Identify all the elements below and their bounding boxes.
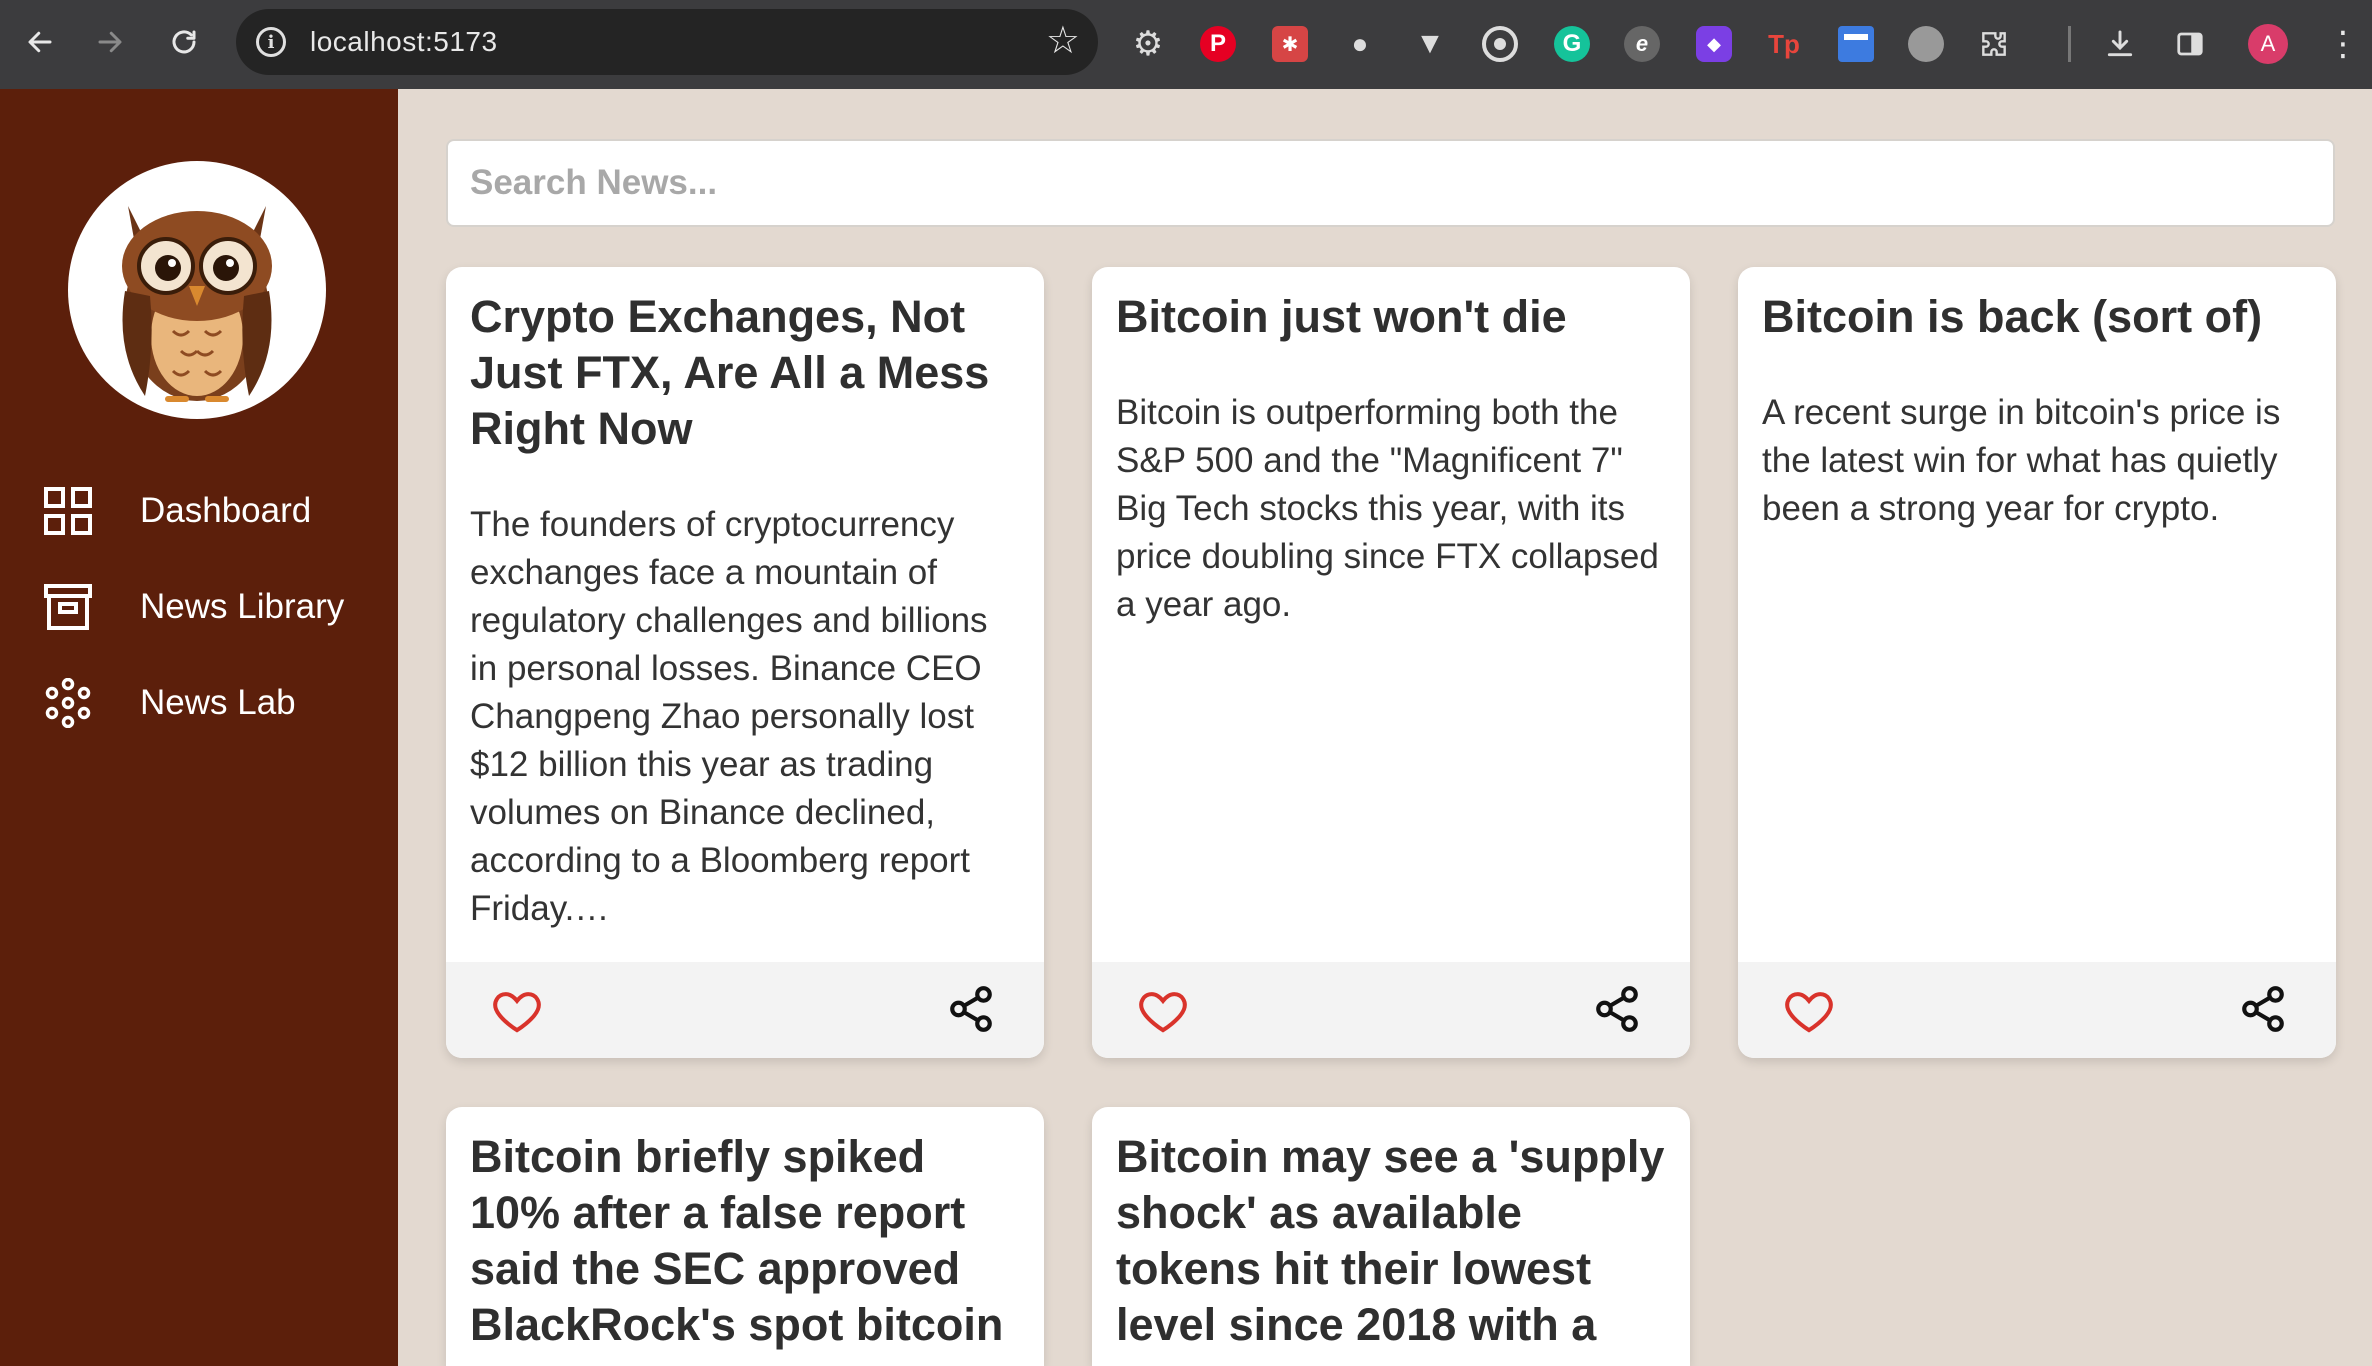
sidebar-item-news-library[interactable]: News Library: [40, 577, 344, 637]
sidebar: Dashboard News Library News Lab: [0, 89, 398, 1366]
news-card[interactable]: Bitcoin may see a 'supply shock' as avai…: [1092, 1107, 1690, 1366]
grammarly-extension-icon[interactable]: G: [1554, 26, 1590, 62]
address-bar[interactable]: i localhost:5173 ☆: [236, 9, 1098, 75]
bug-extension-icon[interactable]: ✱: [1272, 26, 1308, 62]
chat-bubbles-extension-icon[interactable]: ●: [1342, 26, 1378, 62]
news-card-title[interactable]: Bitcoin briefly spiked 10% after a false…: [470, 1129, 1020, 1353]
news-card-title[interactable]: Bitcoin is back (sort of): [1762, 289, 2312, 345]
card-actions: [1092, 962, 1690, 1058]
share-icon[interactable]: [946, 984, 996, 1034]
news-card-summary: The founders of cryptocurrency exchanges…: [470, 505, 988, 928]
news-card-title[interactable]: Bitcoin just won't die: [1116, 289, 1666, 345]
browser-toolbar: i localhost:5173 ☆ ⚙ P ✱ ● ▼ G e ◆ Tp A …: [0, 0, 2372, 89]
owl-logo[interactable]: [68, 161, 326, 419]
news-card[interactable]: Bitcoin just won't die Bitcoin is outper…: [1092, 267, 1690, 1058]
news-card-title[interactable]: Bitcoin may see a 'supply shock' as avai…: [1116, 1129, 1666, 1353]
layout-extension-icon[interactable]: [1838, 26, 1874, 62]
sidebar-item-label: Dashboard: [140, 491, 312, 530]
reload-icon[interactable]: [164, 22, 204, 62]
pocket-extension-icon[interactable]: ◆: [1696, 26, 1732, 62]
sidebar-item-news-lab[interactable]: News Lab: [40, 673, 296, 733]
dots-circle-icon: [40, 675, 96, 731]
back-arrow-icon[interactable]: [20, 22, 60, 62]
share-icon[interactable]: [1592, 984, 1642, 1034]
tp-extension-icon[interactable]: Tp: [1766, 26, 1802, 62]
heart-icon[interactable]: [490, 984, 544, 1038]
news-card[interactable]: Bitcoin is back (sort of) A recent surge…: [1738, 267, 2336, 1058]
pinterest-extension-icon[interactable]: P: [1200, 26, 1236, 62]
grid-icon: [40, 483, 96, 539]
archive-icon: [40, 579, 96, 635]
target-extension-icon[interactable]: [1482, 26, 1518, 62]
card-actions: [446, 962, 1044, 1058]
more-menu-icon[interactable]: ⋮: [2326, 20, 2360, 68]
url-text: localhost:5173: [310, 26, 498, 57]
heart-icon[interactable]: [1782, 984, 1836, 1038]
news-card[interactable]: Bitcoin briefly spiked 10% after a false…: [446, 1107, 1044, 1366]
news-card-summary: A recent surge in bitcoin's price is the…: [1762, 393, 2281, 528]
sidebar-item-label: News Lab: [140, 683, 296, 722]
side-panel-icon[interactable]: [2172, 26, 2208, 62]
news-card-summary: Bitcoin is outperforming both the S&P 50…: [1116, 393, 1659, 624]
card-actions: [1738, 962, 2336, 1058]
news-card[interactable]: Crypto Exchanges, Not Just FTX, Are All …: [446, 267, 1044, 1058]
download-icon[interactable]: [2102, 26, 2138, 62]
heart-icon[interactable]: [1136, 984, 1190, 1038]
forward-arrow-icon[interactable]: [90, 22, 130, 62]
circle-extension-icon[interactable]: [1908, 26, 1944, 62]
search-input[interactable]: [446, 139, 2335, 227]
puzzle-extensions-icon[interactable]: [1976, 26, 2012, 62]
news-card-title[interactable]: Crypto Exchanges, Not Just FTX, Are All …: [470, 289, 1020, 457]
profile-avatar[interactable]: A: [2248, 24, 2288, 64]
e-extension-icon[interactable]: e: [1624, 26, 1660, 62]
site-info-icon[interactable]: i: [256, 27, 286, 57]
share-icon[interactable]: [2238, 984, 2288, 1034]
bookmark-star-icon[interactable]: ☆: [1046, 21, 1080, 61]
settings-gear-extension-icon[interactable]: ⚙: [1130, 25, 1166, 63]
toolbar-divider: [2068, 26, 2071, 62]
vue-devtools-extension-icon[interactable]: ▼: [1412, 26, 1448, 62]
sidebar-item-dashboard[interactable]: Dashboard: [40, 481, 311, 541]
sidebar-item-label: News Library: [140, 587, 345, 626]
